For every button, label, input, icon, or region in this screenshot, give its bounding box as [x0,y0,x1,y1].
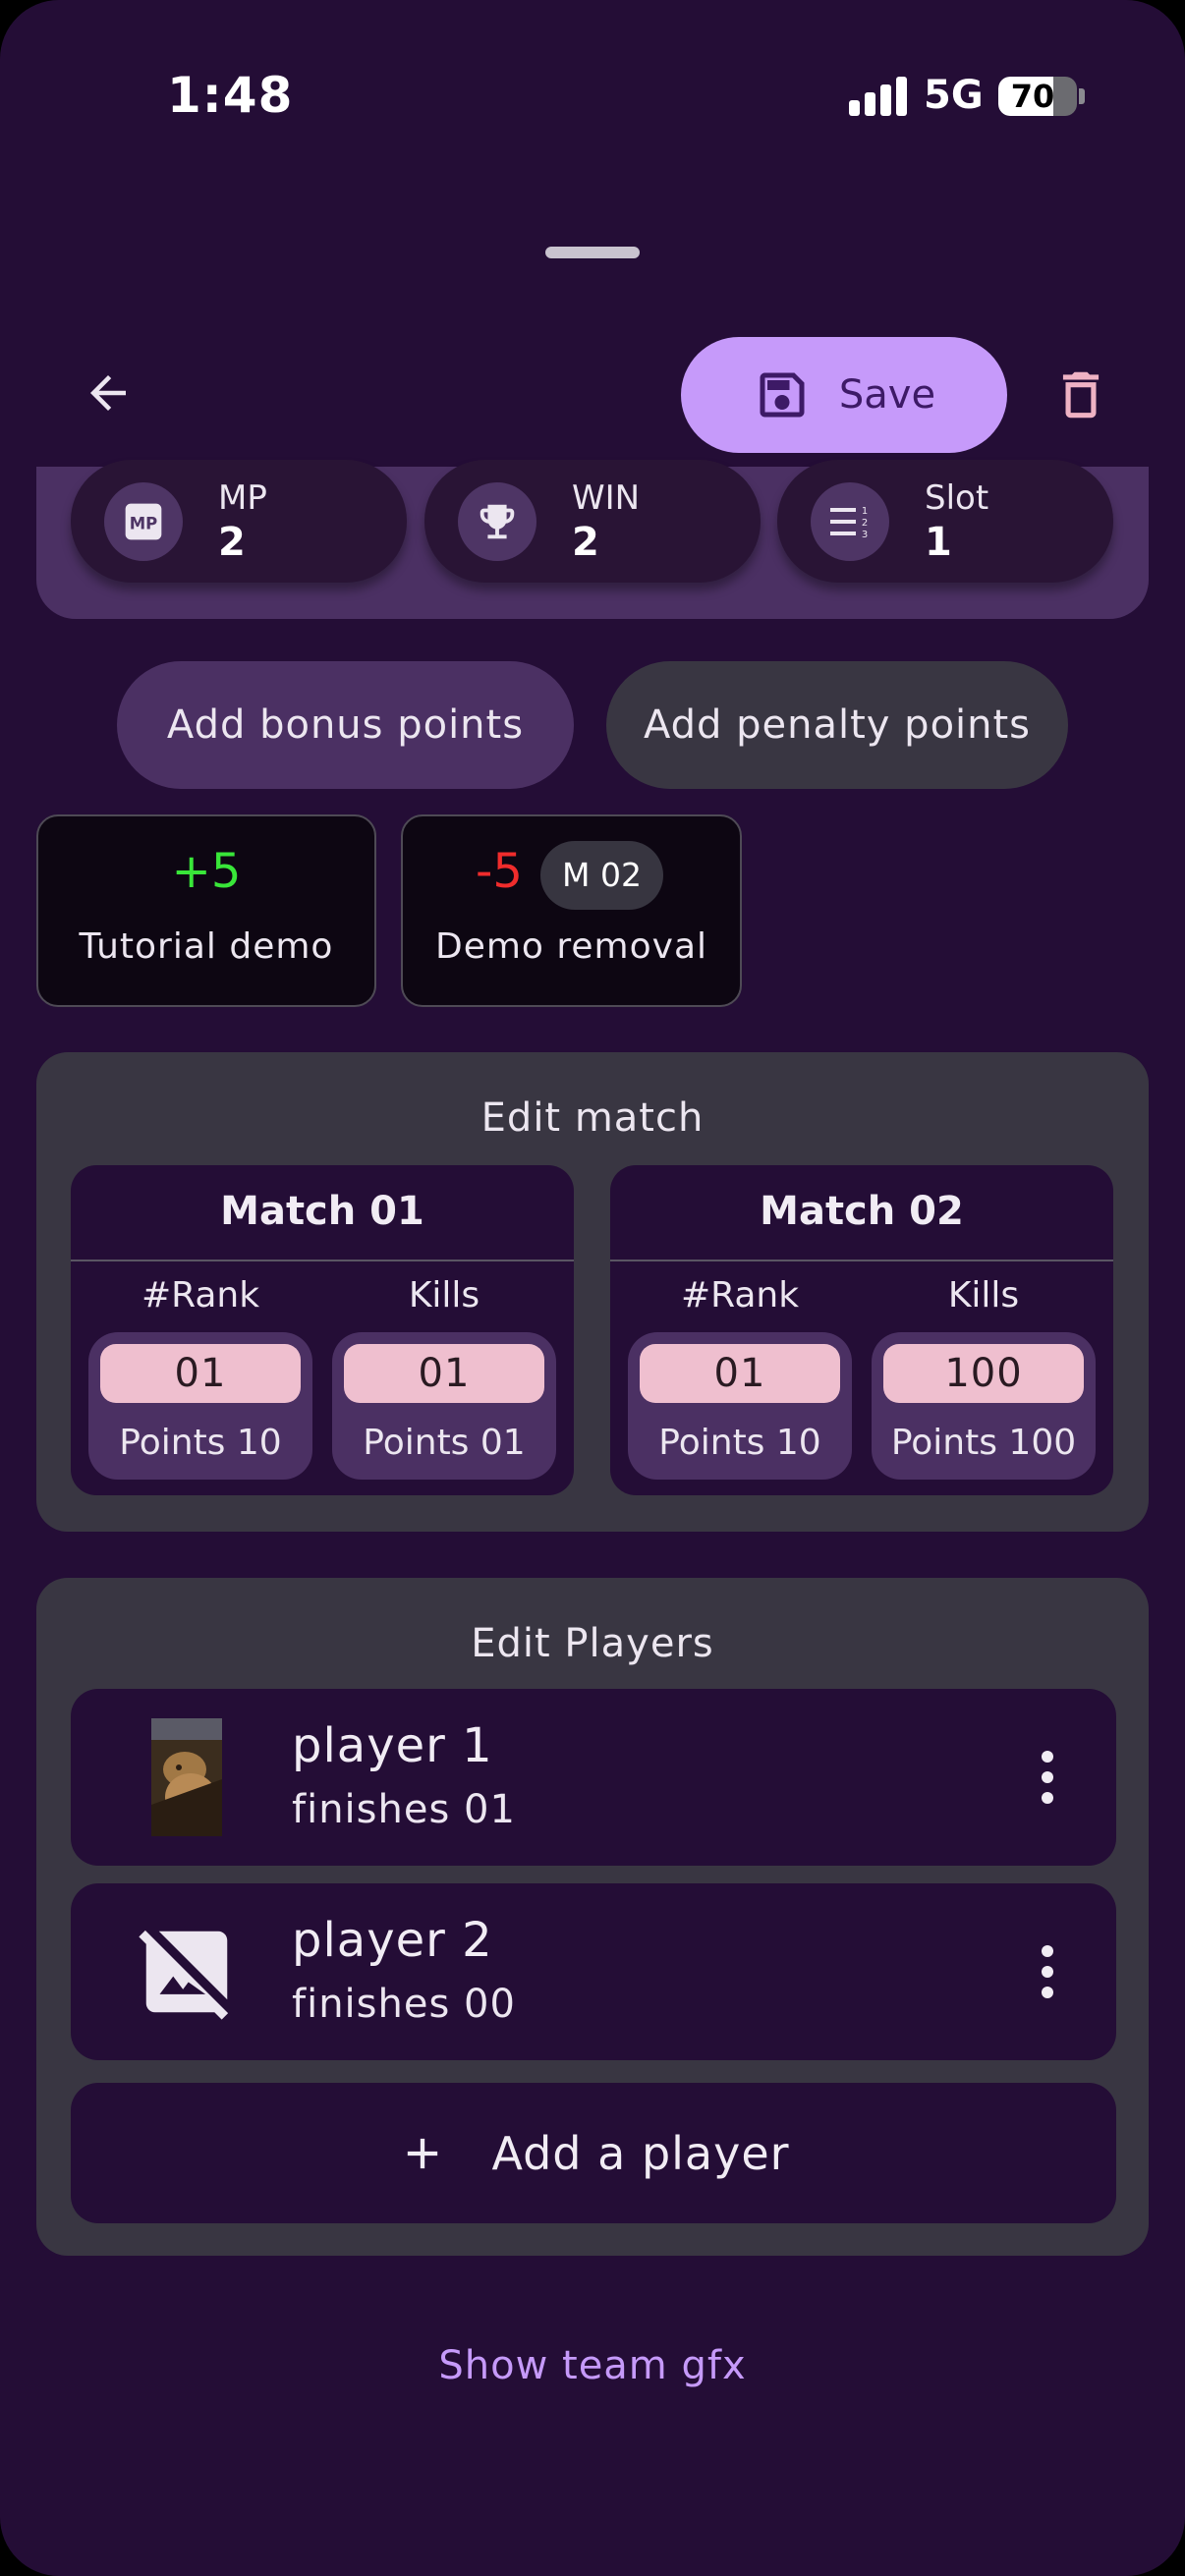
point-description: Demo removal [434,926,708,967]
divider [71,1260,574,1261]
save-button[interactable]: Save [681,337,1007,453]
match-card: Match 01 #Rank Kills 01 Points 10 01 Poi… [71,1165,574,1495]
player-avatar [128,1718,246,1836]
mp-icon: MP [104,481,183,561]
more-options-icon[interactable] [1018,1743,1077,1812]
kills-box: 01 Points 01 [332,1332,556,1480]
add-bonus-points-button[interactable]: Add bonus points [117,661,574,789]
battery-icon: 70 [998,77,1077,116]
delete-button[interactable] [1042,356,1120,434]
point-value: +5 [171,844,242,899]
add-player-label: Add a player [491,2126,790,2180]
player-finishes: finishes 00 [292,1982,516,2027]
match-title: Match 02 [760,1189,964,1234]
stat-value: 2 [572,519,599,565]
rank-label: #Rank [141,1275,260,1316]
rank-points: Points 10 [658,1423,821,1463]
player-row[interactable]: player 1 finishes 01 [71,1689,1116,1866]
section-title: Edit match [480,1095,705,1141]
kill-points: Points 100 [890,1423,1077,1463]
player-name: player 2 [292,1913,493,1968]
rank-points: Points 10 [119,1423,282,1463]
battery-nub [1079,88,1085,104]
svg-text:1: 1 [862,506,868,517]
stat-chip-mp: MP MP 2 [71,460,407,583]
save-label: Save [838,372,936,418]
svg-text:2: 2 [862,518,868,529]
rank-box: 01 Points 10 [628,1332,852,1480]
screen: 1:48 5G 70 Save MP MP 2 WIN 2 1 2 3 Slot… [0,0,1185,2576]
avatar-photo [151,1718,222,1836]
save-icon [760,372,805,418]
player-row[interactable]: player 2 finishes 00 [71,1883,1116,2060]
stat-chip-slot: 123 Slot 1 [777,460,1113,583]
show-team-gfx-link[interactable]: Show team gfx [0,2343,1185,2388]
match-card: Match 02 #Rank Kills 01 Points 10 100 Po… [610,1165,1113,1495]
stat-value: 2 [218,519,246,565]
drag-handle[interactable] [545,247,640,258]
add-penalty-points-button[interactable]: Add penalty points [606,661,1068,789]
stat-label: WIN [572,477,641,518]
trophy-icon [458,481,536,561]
kill-points: Points 01 [363,1423,526,1463]
kills-field[interactable]: 01 [344,1344,544,1403]
arrow-back-icon [90,375,126,411]
point-entry-card[interactable]: -5 M 02 Demo removal [401,814,742,1007]
back-button[interactable] [69,354,147,432]
svg-text:3: 3 [862,530,868,540]
kills-label: Kills [408,1275,480,1316]
plus-icon [408,2138,438,2168]
stat-label: MP [218,477,267,518]
point-value: -5 [476,844,523,899]
signal-icon [849,77,908,116]
network-label: 5G [924,73,984,118]
more-options-icon[interactable] [1018,1937,1077,2006]
point-entry-card[interactable]: +5 Tutorial demo [36,814,376,1007]
player-name: player 1 [292,1718,493,1773]
match-title: Match 01 [220,1189,424,1234]
edit-players-section: Edit Players player 1 finishes 01 player… [36,1578,1149,2256]
kills-label: Kills [947,1275,1020,1316]
trash-icon [1062,371,1100,419]
match-badge: M 02 [540,841,663,910]
stat-chip-win: WIN 2 [424,460,761,583]
section-title: Edit Players [471,1621,714,1666]
kills-box: 100 Points 100 [872,1332,1096,1480]
kills-field[interactable]: 100 [883,1344,1084,1403]
svg-text:MP: MP [130,514,158,532]
divider [610,1260,1113,1261]
battery-level: 70 [1010,78,1055,115]
status-time: 1:48 [167,67,294,124]
player-finishes: finishes 01 [292,1787,516,1832]
numbered-list-icon: 123 [811,481,889,561]
stat-value: 1 [925,519,952,565]
stat-label: Slot [925,477,989,518]
rank-field[interactable]: 01 [640,1344,840,1403]
rank-field[interactable]: 01 [100,1344,301,1403]
rank-label: #Rank [680,1275,800,1316]
add-player-button[interactable]: Add a player [71,2083,1116,2223]
rank-box: 01 Points 10 [88,1332,312,1480]
point-description: Tutorial demo [79,926,334,967]
no-image-icon [128,1913,246,2031]
